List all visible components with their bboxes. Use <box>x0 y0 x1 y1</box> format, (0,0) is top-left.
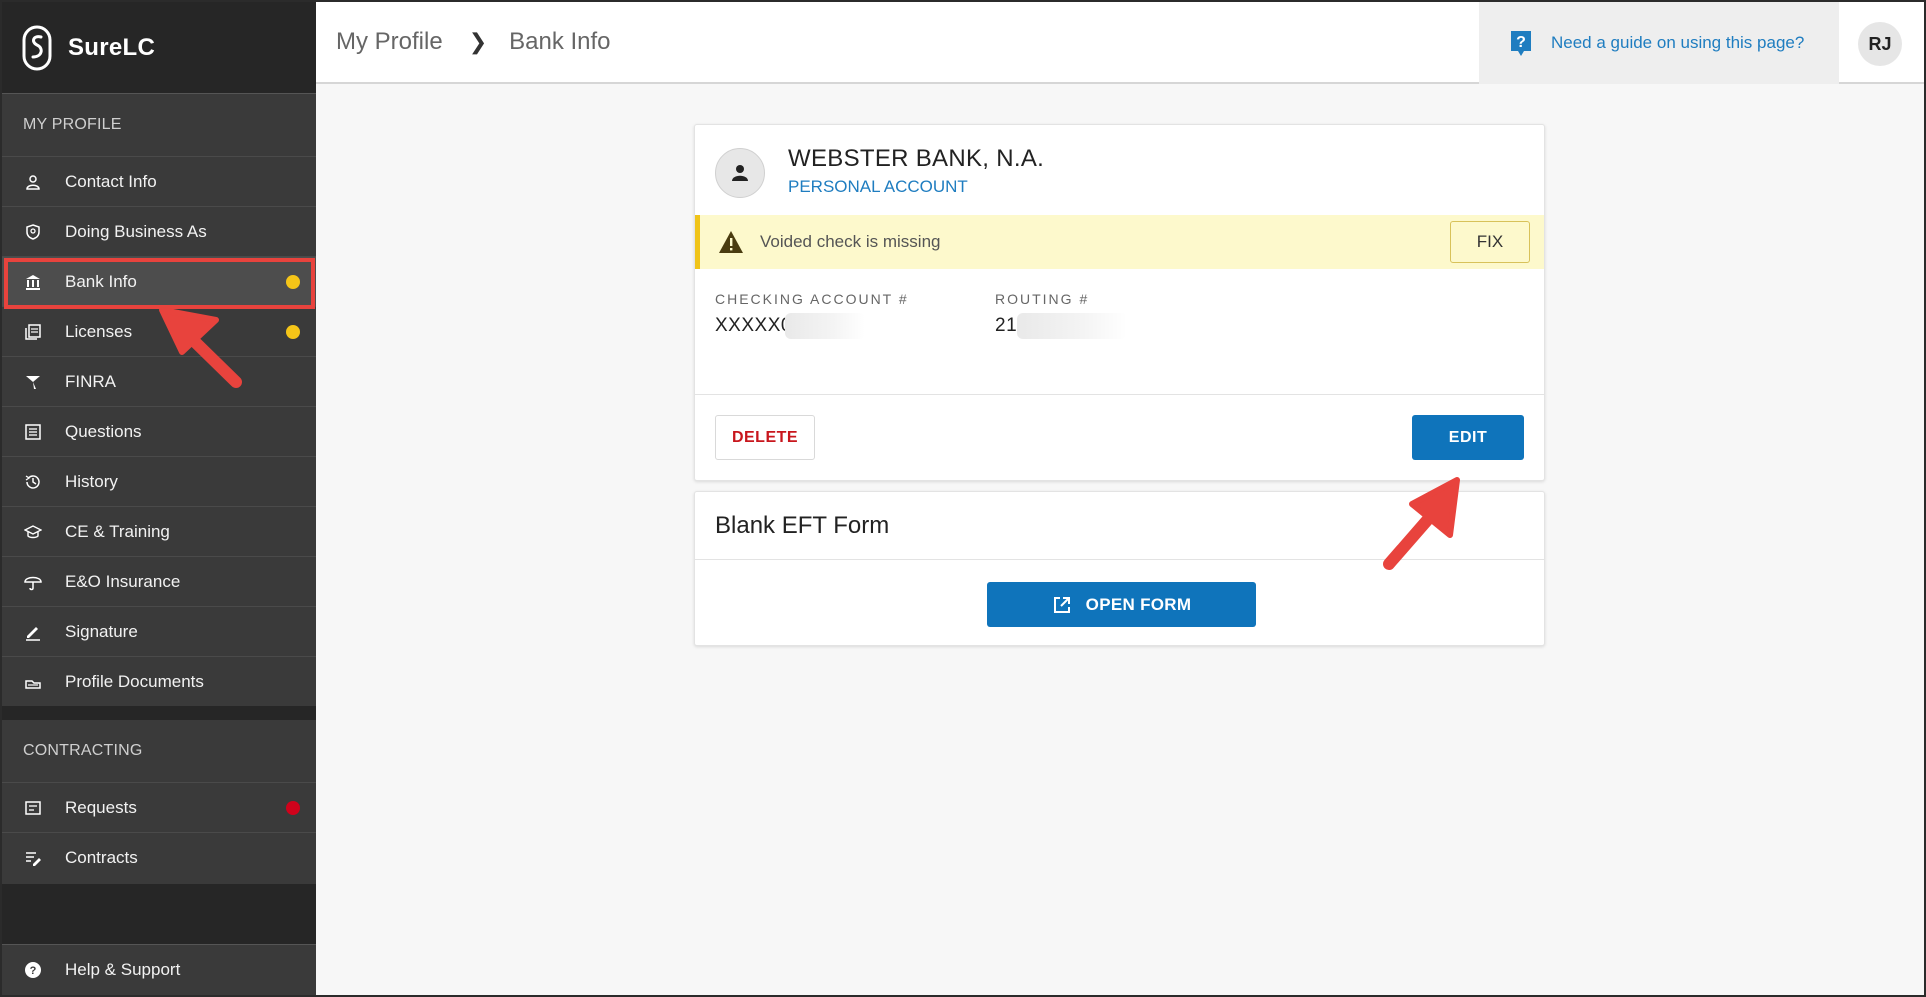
finra-icon <box>23 372 43 392</box>
contracts-icon <box>23 848 43 868</box>
section-my-profile: MY PROFILE <box>23 116 122 133</box>
edit-button[interactable]: EDIT <box>1412 415 1524 460</box>
svg-text:?: ? <box>30 965 37 977</box>
sidebar-item-label: Questions <box>65 421 142 441</box>
svg-text:?: ? <box>1516 34 1526 51</box>
section-divider <box>2 706 316 720</box>
sidebar-item-help-support[interactable]: ? Help & Support <box>2 944 316 995</box>
sidebar-item-label: FINRA <box>65 371 116 391</box>
document-icon <box>23 672 43 692</box>
badge-icon <box>23 222 43 242</box>
card-actions: DELETE EDIT <box>695 395 1544 480</box>
sidebar-spacer <box>2 884 316 944</box>
warning-icon <box>719 231 743 253</box>
redacted-blur <box>785 313 865 339</box>
chevron-right-icon: ❯ <box>468 29 488 54</box>
external-link-icon <box>1053 596 1070 613</box>
sidebar-item-label: Licenses <box>65 321 133 341</box>
pen-icon <box>23 622 43 642</box>
user-avatar[interactable]: RJ <box>1858 22 1902 66</box>
guide-link-text: Need a guide on using this page? <box>1551 33 1805 52</box>
sidebar-item-finra[interactable]: FINRA <box>2 356 316 406</box>
breadcrumb-my-profile[interactable]: My Profile <box>336 28 443 56</box>
history-icon <box>23 472 43 492</box>
help-icon: ? <box>23 960 43 980</box>
sidebar: SureLC MY PROFILE Contact Info Doing Bus… <box>2 2 316 995</box>
sidebar-item-label: E&O Insurance <box>65 571 181 591</box>
sidebar-item-label: Bank Info <box>65 271 137 291</box>
sidebar-item-label: Doing Business As <box>65 221 207 241</box>
checking-account-label: CHECKING ACCOUNT # <box>715 291 909 307</box>
list-icon <box>23 422 43 442</box>
bank-account-card: WEBSTER BANK, N.A. PERSONAL ACCOUNT Void… <box>694 124 1545 481</box>
error-status-dot <box>286 801 300 815</box>
warning-text: Voided check is missing <box>760 232 941 251</box>
help-bubble-icon: ? <box>1511 31 1531 56</box>
page-header: My Profile ❯ Bank Info ? Need a guide on… <box>316 2 1924 84</box>
sidebar-item-bank-info[interactable]: Bank Info <box>2 256 316 306</box>
warning-status-dot <box>286 275 300 289</box>
account-avatar <box>715 148 765 198</box>
fix-button[interactable]: FIX <box>1450 221 1530 263</box>
sidebar-item-contact-info[interactable]: Contact Info <box>2 156 316 206</box>
sidebar-item-label: Signature <box>65 621 138 641</box>
sidebar-item-label: Requests <box>65 797 137 817</box>
account-type: PERSONAL ACCOUNT <box>788 177 968 196</box>
bank-card-header: WEBSTER BANK, N.A. PERSONAL ACCOUNT <box>695 125 1544 215</box>
sidebar-item-eo-insurance[interactable]: E&O Insurance <box>2 556 316 606</box>
sidebar-item-label: CE & Training <box>65 521 170 541</box>
sidebar-item-history[interactable]: History <box>2 456 316 506</box>
guide-link[interactable]: ? Need a guide on using this page? <box>1479 2 1839 84</box>
account-fields: CHECKING ACCOUNT # XXXXX0 ROUTING # 21 <box>695 269 1544 395</box>
sidebar-item-doing-business-as[interactable]: Doing Business As <box>2 206 316 256</box>
surelc-logo-icon <box>22 25 52 70</box>
sidebar-item-contracts[interactable]: Contracts <box>2 832 316 882</box>
logo-bar[interactable]: SureLC <box>2 2 316 94</box>
sidebar-item-ce-training[interactable]: CE & Training <box>2 506 316 556</box>
app-frame: SureLC MY PROFILE Contact Info Doing Bus… <box>2 2 1924 995</box>
open-form-label: OPEN FORM <box>1085 594 1192 614</box>
delete-button[interactable]: DELETE <box>715 415 815 460</box>
sidebar-item-signature[interactable]: Signature <box>2 606 316 656</box>
sidebar-item-profile-documents[interactable]: Profile Documents <box>2 656 316 706</box>
warning-banner: Voided check is missing FIX <box>695 215 1544 269</box>
eft-form-card: Blank EFT Form OPEN FORM <box>694 491 1545 646</box>
requests-icon <box>23 798 43 818</box>
redacted-blur <box>1017 313 1127 339</box>
sidebar-item-questions[interactable]: Questions <box>2 406 316 456</box>
license-icon <box>23 322 43 342</box>
open-form-button[interactable]: OPEN FORM <box>987 582 1256 627</box>
bank-icon <box>23 272 43 292</box>
breadcrumb-bank-info: Bank Info <box>509 28 611 55</box>
routing-value: 21 <box>995 315 1018 336</box>
checking-account-value: XXXXX0 <box>715 315 792 336</box>
sidebar-item-label: Profile Documents <box>65 671 204 691</box>
sidebar-item-label: History <box>65 471 118 491</box>
eft-card-title: Blank EFT Form <box>695 492 1544 560</box>
person-icon <box>732 165 748 181</box>
warning-status-dot <box>286 325 300 339</box>
breadcrumb: My Profile ❯ Bank Info <box>336 28 611 56</box>
sidebar-item-label: Contracts <box>65 847 138 867</box>
routing-label: ROUTING # <box>995 291 1090 307</box>
sidebar-item-label: Help & Support <box>65 960 181 979</box>
sidebar-item-label: Contact Info <box>65 171 157 191</box>
sidebar-item-requests[interactable]: Requests <box>2 782 316 832</box>
section-contracting: CONTRACTING <box>23 742 143 759</box>
bank-name: WEBSTER BANK, N.A. <box>788 145 1045 172</box>
person-icon <box>23 172 43 192</box>
graduation-cap-icon <box>23 522 43 542</box>
app-name: SureLC <box>68 33 156 61</box>
sidebar-item-licenses[interactable]: Licenses <box>2 306 316 356</box>
umbrella-icon <box>23 572 43 592</box>
